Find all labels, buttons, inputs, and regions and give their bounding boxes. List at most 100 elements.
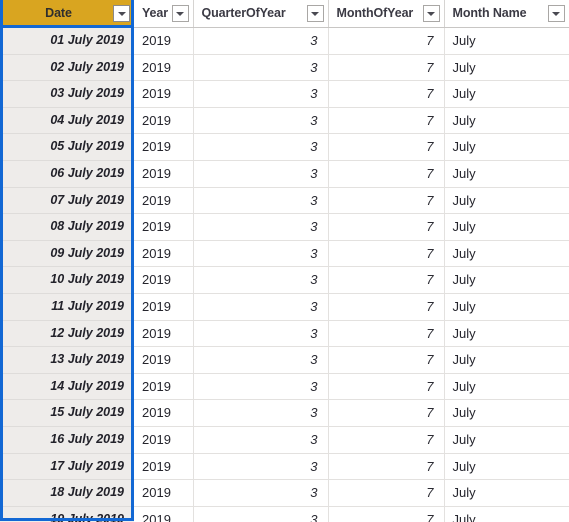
cell-quarter[interactable]: 3 <box>193 107 329 135</box>
cell-date[interactable]: 01 July 2019 <box>0 27 134 55</box>
cell-year[interactable]: 2019 <box>134 506 194 522</box>
cell-month[interactable]: 7 <box>328 107 445 135</box>
cell-date[interactable]: 06 July 2019 <box>0 160 134 188</box>
table-row[interactable]: 16 July 2019 2019 3 7 July <box>0 426 569 454</box>
table-row[interactable]: 03 July 2019 2019 3 7 July <box>0 80 569 108</box>
cell-monthname[interactable]: July <box>444 346 569 374</box>
cell-date[interactable]: 04 July 2019 <box>0 107 134 135</box>
cell-month[interactable]: 7 <box>328 346 445 374</box>
table-row[interactable]: 01 July 2019 2019 3 7 July <box>0 27 569 55</box>
table-row[interactable]: 14 July 2019 2019 3 7 July <box>0 373 569 401</box>
cell-date[interactable]: 18 July 2019 <box>0 479 134 507</box>
table-row[interactable]: 09 July 2019 2019 3 7 July <box>0 240 569 268</box>
cell-quarter[interactable]: 3 <box>193 373 329 401</box>
cell-year[interactable]: 2019 <box>134 107 194 135</box>
cell-monthname[interactable]: July <box>444 399 569 427</box>
column-header-quarter[interactable]: QuarterOfYear <box>193 0 329 28</box>
cell-month[interactable]: 7 <box>328 506 445 522</box>
cell-year[interactable]: 2019 <box>134 346 194 374</box>
cell-month[interactable]: 7 <box>328 266 445 294</box>
cell-year[interactable]: 2019 <box>134 54 194 82</box>
cell-monthname[interactable]: July <box>444 27 569 55</box>
cell-date[interactable]: 16 July 2019 <box>0 426 134 454</box>
cell-date[interactable]: 09 July 2019 <box>0 240 134 268</box>
cell-quarter[interactable]: 3 <box>193 133 329 161</box>
cell-date[interactable]: 03 July 2019 <box>0 80 134 108</box>
cell-monthname[interactable]: July <box>444 187 569 215</box>
cell-year[interactable]: 2019 <box>134 479 194 507</box>
cell-year[interactable]: 2019 <box>134 187 194 215</box>
cell-date[interactable]: 11 July 2019 <box>0 293 134 321</box>
cell-month[interactable]: 7 <box>328 133 445 161</box>
cell-month[interactable]: 7 <box>328 80 445 108</box>
cell-month[interactable]: 7 <box>328 426 445 454</box>
table-row[interactable]: 10 July 2019 2019 3 7 July <box>0 266 569 294</box>
cell-year[interactable]: 2019 <box>134 240 194 268</box>
table-row[interactable]: 17 July 2019 2019 3 7 July <box>0 453 569 481</box>
cell-date[interactable]: 15 July 2019 <box>0 399 134 427</box>
cell-monthname[interactable]: July <box>444 240 569 268</box>
cell-date[interactable]: 13 July 2019 <box>0 346 134 374</box>
cell-month[interactable]: 7 <box>328 293 445 321</box>
cell-month[interactable]: 7 <box>328 240 445 268</box>
cell-quarter[interactable]: 3 <box>193 293 329 321</box>
cell-quarter[interactable]: 3 <box>193 160 329 188</box>
table-row[interactable]: 04 July 2019 2019 3 7 July <box>0 107 569 135</box>
table-row[interactable]: 18 July 2019 2019 3 7 July <box>0 479 569 507</box>
cell-month[interactable]: 7 <box>328 54 445 82</box>
cell-quarter[interactable]: 3 <box>193 506 329 522</box>
cell-monthname[interactable]: July <box>444 266 569 294</box>
table-row[interactable]: 19 July 2019 2019 3 7 July <box>0 506 569 522</box>
cell-monthname[interactable]: July <box>444 373 569 401</box>
cell-quarter[interactable]: 3 <box>193 399 329 427</box>
cell-date[interactable]: 08 July 2019 <box>0 213 134 241</box>
cell-date[interactable]: 14 July 2019 <box>0 373 134 401</box>
filter-dropdown-button-date[interactable] <box>113 5 130 22</box>
cell-month[interactable]: 7 <box>328 213 445 241</box>
cell-date[interactable]: 17 July 2019 <box>0 453 134 481</box>
cell-monthname[interactable]: July <box>444 80 569 108</box>
cell-year[interactable]: 2019 <box>134 426 194 454</box>
cell-date[interactable]: 05 July 2019 <box>0 133 134 161</box>
cell-date[interactable]: 02 July 2019 <box>0 54 134 82</box>
cell-year[interactable]: 2019 <box>134 320 194 348</box>
cell-date[interactable]: 10 July 2019 <box>0 266 134 294</box>
cell-year[interactable]: 2019 <box>134 27 194 55</box>
cell-quarter[interactable]: 3 <box>193 320 329 348</box>
table-row[interactable]: 12 July 2019 2019 3 7 July <box>0 320 569 348</box>
cell-monthname[interactable]: July <box>444 213 569 241</box>
cell-quarter[interactable]: 3 <box>193 346 329 374</box>
filter-dropdown-button-month[interactable] <box>422 5 440 22</box>
cell-date[interactable]: 07 July 2019 <box>0 187 134 215</box>
table-row[interactable]: 15 July 2019 2019 3 7 July <box>0 399 569 427</box>
table-row[interactable]: 11 July 2019 2019 3 7 July <box>0 293 569 321</box>
table-row[interactable]: 02 July 2019 2019 3 7 July <box>0 54 569 82</box>
cell-quarter[interactable]: 3 <box>193 266 329 294</box>
column-header-date[interactable]: Date <box>0 0 134 28</box>
cell-monthname[interactable]: July <box>444 133 569 161</box>
cell-year[interactable]: 2019 <box>134 399 194 427</box>
cell-month[interactable]: 7 <box>328 320 445 348</box>
cell-monthname[interactable]: July <box>444 453 569 481</box>
cell-monthname[interactable]: July <box>444 320 569 348</box>
cell-month[interactable]: 7 <box>328 187 445 215</box>
cell-monthname[interactable]: July <box>444 426 569 454</box>
filter-dropdown-button-quarter[interactable] <box>306 5 324 22</box>
cell-year[interactable]: 2019 <box>134 293 194 321</box>
column-header-monthname[interactable]: Month Name <box>444 0 569 28</box>
cell-month[interactable]: 7 <box>328 399 445 427</box>
filter-dropdown-button-year[interactable] <box>171 5 189 22</box>
cell-year[interactable]: 2019 <box>134 373 194 401</box>
cell-monthname[interactable]: July <box>444 479 569 507</box>
table-row[interactable]: 07 July 2019 2019 3 7 July <box>0 187 569 215</box>
cell-month[interactable]: 7 <box>328 453 445 481</box>
cell-monthname[interactable]: July <box>444 160 569 188</box>
cell-quarter[interactable]: 3 <box>193 479 329 507</box>
table-row[interactable]: 13 July 2019 2019 3 7 July <box>0 346 569 374</box>
table-row[interactable]: 06 July 2019 2019 3 7 July <box>0 160 569 188</box>
cell-monthname[interactable]: July <box>444 506 569 522</box>
cell-monthname[interactable]: July <box>444 107 569 135</box>
cell-year[interactable]: 2019 <box>134 213 194 241</box>
cell-year[interactable]: 2019 <box>134 80 194 108</box>
cell-monthname[interactable]: July <box>444 54 569 82</box>
